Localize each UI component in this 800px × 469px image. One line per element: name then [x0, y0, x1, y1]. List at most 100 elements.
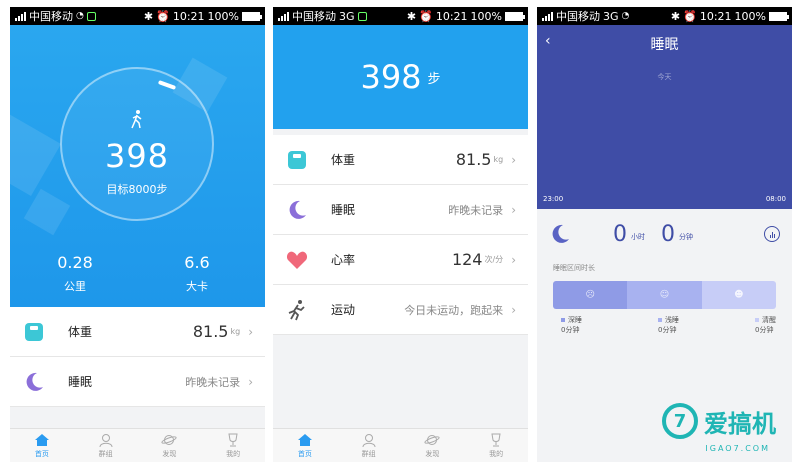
- legend-awake: 清醒 0分钟: [755, 315, 776, 335]
- watermark-brand: 爱搞机: [704, 409, 776, 438]
- exercise-label: 运动: [331, 303, 356, 317]
- sleep-status: 昨晚未记录: [448, 203, 504, 217]
- carrier-label: 中国移动: [292, 10, 336, 23]
- tab-group-label: 群组: [361, 449, 376, 458]
- sleep-minutes: 0: [661, 221, 675, 247]
- battery-label: 100%: [734, 9, 766, 23]
- battery-icon: [505, 11, 525, 21]
- heart-icon: [285, 248, 309, 272]
- alarm-icon: ⏰: [419, 9, 433, 23]
- sleep-stage-bar: ☹ ☺ ☻: [553, 281, 776, 309]
- step-hero: 398 目标8000步 0.28 公里 6.6 大卡: [10, 25, 265, 307]
- time-label: 10:21: [435, 9, 468, 23]
- sleep-header: ‹ 睡眠 今天 23:00 08:00: [537, 25, 792, 209]
- running-icon: [285, 298, 309, 322]
- battery-icon: [242, 11, 262, 21]
- step-unit: 步: [427, 71, 441, 87]
- list-item-weight[interactable]: 体重 81.5 kg ›: [273, 135, 528, 185]
- back-button[interactable]: ‹: [545, 33, 551, 49]
- legend-deep: 深睡 0分钟: [561, 315, 582, 335]
- list-item-weight[interactable]: 体重 81.5 kg ›: [10, 307, 265, 357]
- watermark-logo-icon: 7: [662, 403, 698, 439]
- time-label: 10:21: [172, 9, 205, 23]
- sleep-status: 昨晚未记录: [185, 375, 241, 389]
- tab-discover-label: 发现: [162, 449, 177, 458]
- weight-label: 体重: [68, 325, 93, 339]
- alarm-icon: ⏰: [683, 9, 697, 23]
- phone-screen-home: 中国移动 ◔ ✱ ⏰ 10:21 100% 398 目标8000步 0.28 公…: [10, 7, 265, 462]
- sleep-label: 睡眠: [68, 375, 93, 389]
- tab-group[interactable]: 群组: [337, 429, 401, 462]
- tab-home[interactable]: 首页: [10, 429, 74, 462]
- legend-awake-value: 0分钟: [755, 326, 774, 334]
- list-item-exercise[interactable]: 运动 今日未运动，跑起来 ›: [273, 285, 528, 335]
- watermark-site: IGAO7.COM: [705, 444, 770, 453]
- planet-icon: [161, 434, 177, 445]
- bluetooth-icon: ✱: [143, 9, 154, 23]
- legend-light-label: 浅睡: [665, 316, 679, 324]
- sleep-end-time: 08:00: [765, 195, 786, 203]
- tab-mine[interactable]: 我的: [201, 429, 265, 462]
- battery-label: 100%: [470, 9, 502, 23]
- weight-unit: kg: [493, 155, 504, 164]
- health-list: 体重 81.5 kg › 睡眠 昨晚未记录 › 心率 124 次/分 › 运动 …: [273, 135, 528, 335]
- bluetooth-icon: ✱: [670, 9, 681, 23]
- page-title: 睡眠: [650, 37, 679, 53]
- network-label: 3G: [339, 9, 355, 23]
- legend-deep-label: 深睡: [568, 316, 582, 324]
- list-item-sleep[interactable]: 睡眠 昨晚未记录 ›: [273, 185, 528, 235]
- chevron-right-icon: ›: [248, 374, 253, 389]
- trophy-icon: [491, 433, 501, 446]
- sleep-summary: 0 小时 0 分钟: [537, 209, 792, 259]
- scale-icon: [22, 320, 46, 344]
- bar-chart-icon[interactable]: [764, 226, 780, 242]
- tab-home[interactable]: 首页: [273, 429, 337, 462]
- tab-group[interactable]: 群组: [74, 429, 138, 462]
- step-progress-ring[interactable]: 398 目标8000步: [60, 67, 214, 221]
- list-item-heart-rate[interactable]: 心率 124 次/分 ›: [273, 235, 528, 285]
- wifi-icon: ◔: [76, 11, 84, 21]
- sim-icon: [357, 11, 367, 21]
- distance-label: 公里: [64, 280, 86, 293]
- sleep-hours: 0: [613, 221, 627, 247]
- weight-value: 81.5: [455, 150, 492, 169]
- distance-value: 0.28: [57, 253, 93, 272]
- bottom-tab-bar: 首页 群组 发现 我的: [273, 428, 528, 462]
- chevron-right-icon: ›: [248, 324, 253, 339]
- scale-icon: [285, 148, 309, 172]
- group-icon: [362, 433, 376, 447]
- legend-light: 浅睡 0分钟: [658, 315, 679, 335]
- chevron-right-icon: ›: [511, 302, 516, 317]
- exercise-status: 今日未运动，跑起来: [404, 303, 504, 317]
- sleep-start-time: 23:00: [543, 195, 564, 203]
- weight-unit: kg: [230, 327, 241, 336]
- tab-mine-label: 我的: [226, 449, 241, 458]
- tab-home-label: 首页: [297, 449, 312, 458]
- heart-rate-unit: 次/分: [484, 255, 504, 264]
- status-bar: 中国移动 ◔ ✱ ⏰ 10:21 100%: [10, 7, 265, 25]
- battery-icon: [769, 11, 789, 21]
- tab-discover[interactable]: 发现: [401, 429, 465, 462]
- tab-group-label: 群组: [98, 449, 113, 458]
- phone-screen-sleep: 中国移动 3G ◔ ✱ ⏰ 10:21 100% ‹ 睡眠 今天 23:00 0…: [537, 7, 792, 462]
- home-icon: [297, 433, 312, 446]
- step-header[interactable]: 398 步: [273, 25, 528, 129]
- battery-label: 100%: [207, 9, 239, 23]
- chevron-right-icon: ›: [511, 202, 516, 217]
- tab-discover[interactable]: 发现: [138, 429, 202, 462]
- legend-deep-value: 0分钟: [561, 326, 580, 334]
- group-icon: [99, 433, 113, 447]
- distance-stat: 0.28 公里: [35, 253, 115, 294]
- tab-mine[interactable]: 我的: [464, 429, 528, 462]
- step-goal: 目标8000步: [106, 183, 168, 196]
- awake-face-icon: ☻: [701, 281, 776, 309]
- sim-icon: [86, 11, 96, 21]
- weight-value: 81.5: [192, 322, 229, 341]
- walking-icon: [131, 110, 142, 129]
- status-bar: 中国移动 3G ◔ ✱ ⏰ 10:21 100%: [537, 7, 792, 25]
- legend-light-value: 0分钟: [658, 326, 677, 334]
- chevron-right-icon: ›: [511, 152, 516, 167]
- step-count: 398: [360, 58, 422, 96]
- list-item-sleep[interactable]: 睡眠 昨晚未记录 ›: [10, 357, 265, 407]
- calories-value: 6.6: [184, 253, 210, 272]
